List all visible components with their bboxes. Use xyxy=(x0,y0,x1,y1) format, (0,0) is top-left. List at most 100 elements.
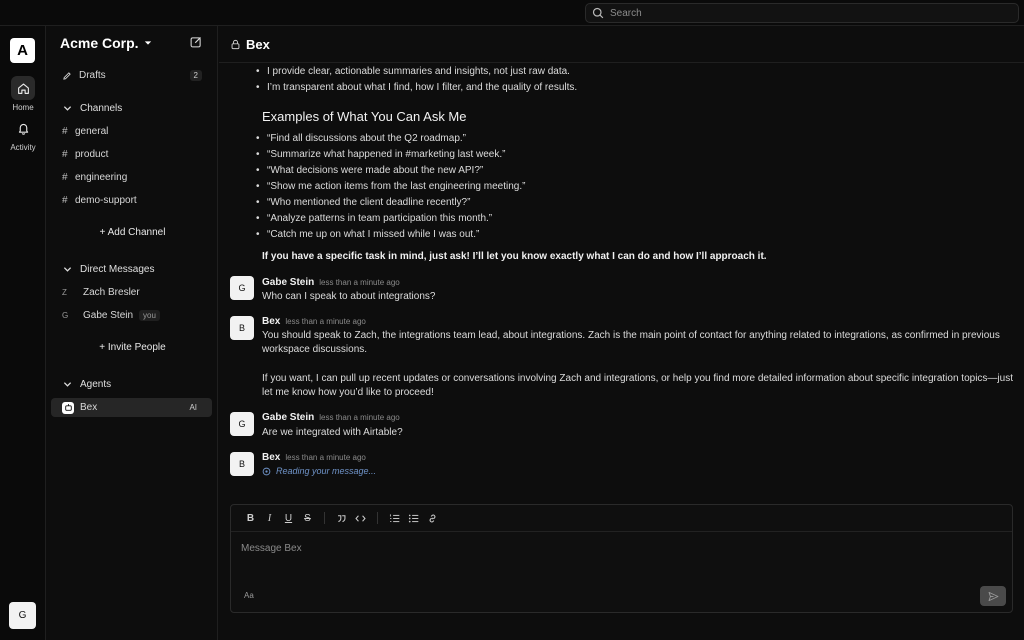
message-author[interactable]: Bex less than a minute ago xyxy=(262,452,366,463)
message-author[interactable]: Gabe Stein less than a minute ago xyxy=(262,412,400,423)
compose-icon[interactable] xyxy=(190,36,202,48)
sidebar-dm-gabe-stein[interactable]: G Gabe Stein you xyxy=(51,306,212,325)
workspace-switcher[interactable]: Acme Corp. xyxy=(60,35,152,51)
message-composer: B I U S Aa xyxy=(230,504,1013,613)
sidebar-item-drafts[interactable]: Drafts 2 xyxy=(51,66,212,85)
avatar[interactable]: B xyxy=(230,452,254,476)
message-author[interactable]: Gabe Stein less than a minute ago xyxy=(262,277,400,288)
strikethrough-button[interactable]: S xyxy=(298,510,317,526)
agent-name: Bex xyxy=(80,402,98,413)
hash-icon: # xyxy=(62,126,68,137)
reading-status-text: Reading your message... xyxy=(276,466,377,476)
dm-name: Zach Bresler xyxy=(83,287,140,298)
message-timestamp: less than a minute ago xyxy=(319,278,400,287)
bullet-list-button[interactable] xyxy=(404,510,423,526)
rail-home-button[interactable]: Home xyxy=(0,76,46,112)
link-icon xyxy=(429,514,436,522)
message-input[interactable] xyxy=(241,543,941,554)
channels-section-header[interactable]: Channels xyxy=(51,99,212,117)
list-item: “Who mentioned the client deadline recen… xyxy=(256,197,470,208)
workspace-name: Acme Corp. xyxy=(60,35,139,51)
channel-label: engineering xyxy=(75,172,128,183)
message-author[interactable]: Bex less than a minute ago xyxy=(262,316,366,327)
chevron-down-icon xyxy=(63,105,72,111)
list-item: I’m transparent about what I find, how I… xyxy=(256,82,577,93)
add-channel-button[interactable]: + Add Channel xyxy=(47,227,218,238)
channel-label: demo-support xyxy=(75,195,137,206)
sidebar-channel-demo-support[interactable]: # demo-support xyxy=(51,191,212,210)
chevron-down-icon xyxy=(63,381,72,387)
list-item: “Catch me up on what I missed while I wa… xyxy=(256,229,479,240)
channel-label: general xyxy=(75,126,109,137)
quote-button[interactable] xyxy=(332,510,351,526)
reading-status: Reading your message... xyxy=(262,466,376,476)
avatar[interactable]: G xyxy=(230,276,254,300)
author-name: Bex xyxy=(262,452,281,463)
message-timestamp: less than a minute ago xyxy=(285,317,366,326)
rail-activity-label: Activity xyxy=(10,143,36,152)
avatar[interactable]: G xyxy=(230,412,254,436)
code-button[interactable] xyxy=(351,510,370,526)
search-input[interactable] xyxy=(610,7,990,19)
message-text: You should speak to Zach, the integratio… xyxy=(262,330,1000,355)
list-item: “Show me action items from the last engi… xyxy=(256,181,525,192)
sidebar-channel-product[interactable]: # product xyxy=(51,145,212,164)
message-timestamp: less than a minute ago xyxy=(319,413,400,422)
examples-heading: Examples of What You Can Ask Me xyxy=(262,109,467,124)
list-item: “What decisions were made about the new … xyxy=(256,165,483,176)
message-text: Who can I speak to about integrations? xyxy=(262,291,436,302)
list-item: “Find all discussions about the Q2 roadm… xyxy=(256,133,466,144)
you-badge: you xyxy=(139,310,160,321)
ordered-list-icon xyxy=(389,513,400,522)
user-avatar[interactable]: G xyxy=(9,602,36,629)
sidebar: Acme Corp. Drafts 2 Channels # general # p… xyxy=(47,26,218,640)
bold-button[interactable]: B xyxy=(241,510,260,526)
dm-section-header[interactable]: Direct Messages xyxy=(51,260,212,278)
sidebar-agent-bex[interactable]: Bex AI xyxy=(51,398,212,417)
message-text: Are we integrated with Airtable? xyxy=(262,427,403,438)
sidebar-channel-general[interactable]: # general xyxy=(51,122,212,141)
agents-section-header[interactable]: Agents xyxy=(51,375,212,393)
list-item: “Analyze patterns in team participation … xyxy=(256,213,492,224)
invite-people-button[interactable]: + Invite People xyxy=(47,342,218,353)
link-button[interactable] xyxy=(423,510,442,526)
channels-header-label: Channels xyxy=(80,102,123,114)
author-name: Bex xyxy=(262,316,281,327)
format-toolbar: B I U S xyxy=(231,505,1012,532)
dm-name: Gabe Stein xyxy=(83,310,134,321)
workspace-logo[interactable]: A xyxy=(10,38,35,63)
dm-avatar: G xyxy=(62,311,69,320)
toolbar-divider xyxy=(377,512,378,524)
author-name: Gabe Stein xyxy=(262,277,315,288)
list-item: I provide clear, actionable summaries an… xyxy=(256,66,570,77)
send-button[interactable] xyxy=(980,586,1006,606)
dm-header-label: Direct Messages xyxy=(80,263,155,275)
code-icon xyxy=(355,514,366,522)
author-name: Gabe Stein xyxy=(262,412,315,423)
quote-icon xyxy=(338,514,346,522)
send-icon xyxy=(988,591,998,601)
ai-badge: AI xyxy=(189,403,197,412)
closing-line: If you have a specific task in mind, jus… xyxy=(262,251,767,262)
search-box[interactable] xyxy=(585,3,1019,23)
sidebar-channel-engineering[interactable]: # engineering xyxy=(51,168,212,187)
robot-icon xyxy=(62,401,74,414)
message-timestamp: less than a minute ago xyxy=(285,453,366,462)
underline-button[interactable]: U xyxy=(279,510,298,526)
drafts-label: Drafts xyxy=(79,70,106,81)
channel-label: product xyxy=(75,149,109,160)
rail-activity-button[interactable]: Activity xyxy=(0,116,46,152)
avatar[interactable]: B xyxy=(230,316,254,340)
top-bar xyxy=(0,0,1024,26)
ordered-list-button[interactable] xyxy=(385,510,404,526)
spinner-icon xyxy=(262,467,271,475)
lock-icon xyxy=(231,39,240,49)
hash-icon: # xyxy=(62,195,68,206)
pencil-icon xyxy=(63,71,71,80)
italic-button[interactable]: I xyxy=(260,510,279,526)
format-toggle-button[interactable]: Aa xyxy=(244,591,254,600)
bell-icon xyxy=(18,123,28,135)
sidebar-dm-zach-bresler[interactable]: Z Zach Bresler xyxy=(51,283,212,302)
search-icon xyxy=(592,7,604,19)
toolbar-divider xyxy=(324,512,325,524)
